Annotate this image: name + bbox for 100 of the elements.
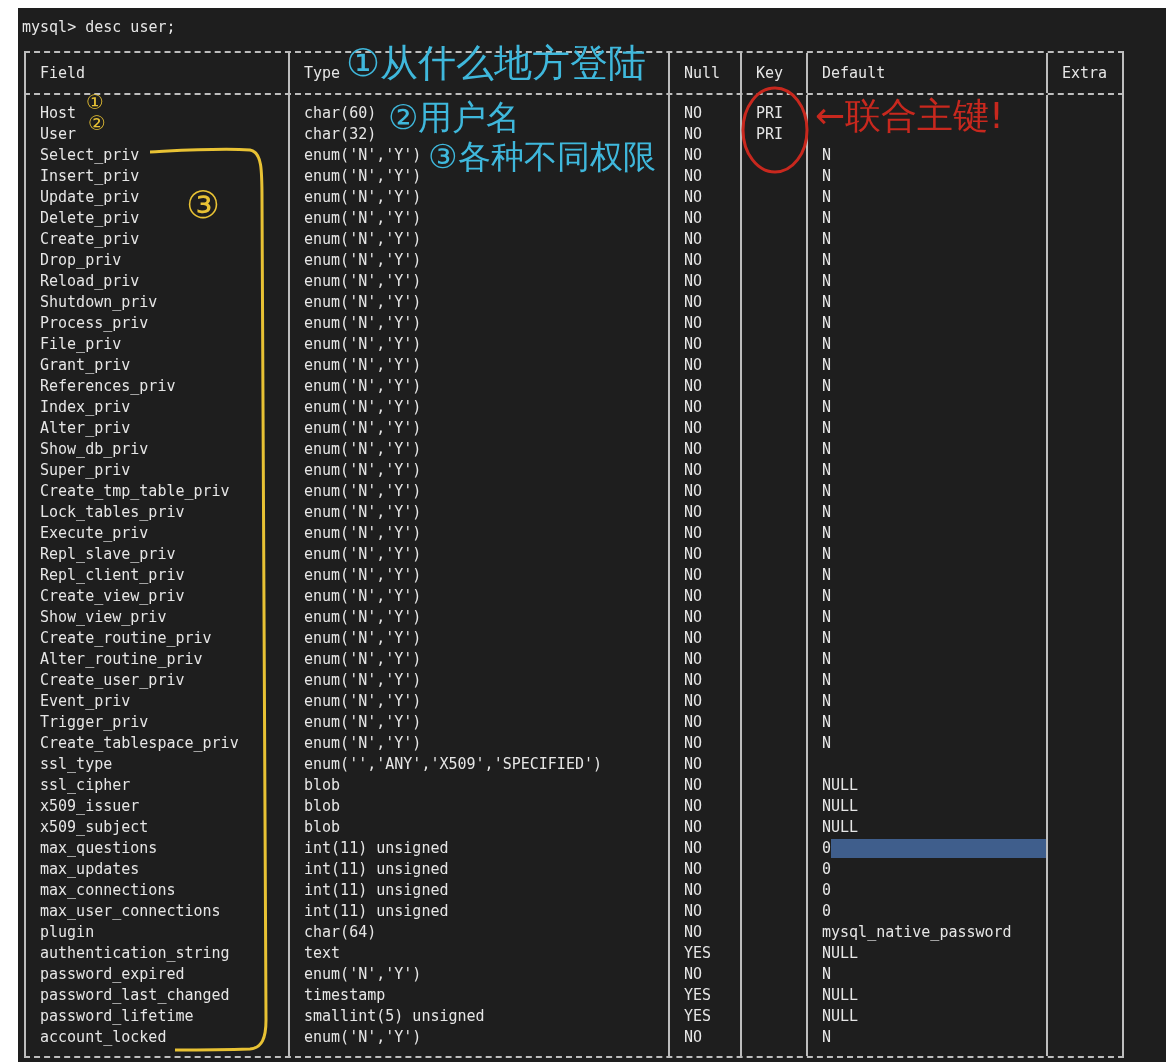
default-cell: N — [822, 460, 832, 481]
type-cell: enum('N','Y') — [304, 292, 422, 313]
null-cell: NO — [684, 922, 703, 943]
field-cell: Update_priv — [40, 187, 140, 208]
field-cell: Create_tmp_table_priv — [40, 481, 230, 502]
column-header: Extra — [1062, 62, 1108, 84]
column-header: Field — [40, 62, 86, 84]
type-cell: int(11) unsigned — [304, 859, 449, 880]
null-cell: NO — [684, 355, 703, 376]
default-cell: N — [822, 271, 832, 292]
field-cell: Repl_client_priv — [40, 565, 185, 586]
default-cell: N — [822, 439, 832, 460]
default-cell: N — [822, 313, 832, 334]
null-cell: NO — [684, 229, 703, 250]
null-cell: NO — [684, 166, 703, 187]
field-cell: Process_priv — [40, 313, 149, 334]
default-cell: N — [822, 649, 832, 670]
type-cell: enum('N','Y') — [304, 733, 422, 754]
type-cell: enum('N','Y') — [304, 1027, 422, 1048]
type-cell: blob — [304, 796, 341, 817]
handwritten-note: ① — [86, 92, 104, 112]
default-cell: N — [822, 1027, 832, 1048]
field-cell: Shutdown_priv — [40, 292, 158, 313]
column-header: Default — [822, 62, 886, 84]
null-cell: NO — [684, 481, 703, 502]
type-cell: smallint(5) unsigned — [304, 1006, 485, 1027]
default-cell: N — [822, 586, 832, 607]
type-cell: enum('N','Y') — [304, 418, 422, 439]
type-cell: enum('N','Y') — [304, 166, 422, 187]
null-cell: YES — [684, 943, 712, 964]
field-cell: Create_user_priv — [40, 670, 185, 691]
default-cell: NULL — [822, 985, 859, 1006]
default-cell: N — [822, 964, 832, 985]
null-cell: NO — [684, 187, 703, 208]
field-cell: ssl_type — [40, 754, 113, 775]
null-cell: YES — [684, 1006, 712, 1027]
field-cell: Lock_tables_priv — [40, 502, 185, 523]
null-cell: NO — [684, 292, 703, 313]
default-cell: 0 — [822, 880, 832, 901]
field-cell: Select_priv — [40, 145, 140, 166]
column-header: Type — [304, 62, 341, 84]
field-cell: Create_tablespace_priv — [40, 733, 239, 754]
type-cell: enum('N','Y') — [304, 691, 422, 712]
field-cell: Alter_routine_priv — [40, 649, 203, 670]
null-cell: NO — [684, 1027, 703, 1048]
type-cell: enum('N','Y') — [304, 145, 422, 166]
default-cell: 0 — [822, 859, 832, 880]
type-cell: blob — [304, 817, 341, 838]
field-cell: Delete_priv — [40, 208, 140, 229]
type-cell: int(11) unsigned — [304, 838, 449, 859]
null-cell: NO — [684, 145, 703, 166]
field-cell: x509_issuer — [40, 796, 140, 817]
field-cell: Repl_slave_priv — [40, 544, 176, 565]
null-cell: NO — [684, 607, 703, 628]
field-cell: Trigger_priv — [40, 712, 149, 733]
null-cell: NO — [684, 523, 703, 544]
field-cell: max_updates — [40, 859, 140, 880]
null-cell: NO — [684, 859, 703, 880]
default-cell: N — [822, 145, 832, 166]
null-cell: NO — [684, 544, 703, 565]
default-cell: NULL — [822, 817, 859, 838]
handwritten-note: ←联合主键! — [815, 98, 1004, 134]
field-cell: Drop_priv — [40, 250, 122, 271]
field-cell: Show_db_priv — [40, 439, 149, 460]
field-cell: Execute_priv — [40, 523, 149, 544]
default-cell: N — [822, 544, 832, 565]
default-cell: 0 — [822, 838, 832, 859]
null-cell: NO — [684, 439, 703, 460]
null-cell: NO — [684, 250, 703, 271]
default-cell: N — [822, 628, 832, 649]
field-cell: File_priv — [40, 334, 122, 355]
null-cell: NO — [684, 964, 703, 985]
type-cell: enum('N','Y') — [304, 481, 422, 502]
default-cell: N — [822, 397, 832, 418]
field-cell: Reload_priv — [40, 271, 140, 292]
default-cell: mysql_native_password — [822, 922, 1012, 943]
default-cell: N — [822, 334, 832, 355]
field-cell: Host — [40, 103, 77, 124]
type-cell: char(32) — [304, 124, 377, 145]
type-cell: enum('','ANY','X509','SPECIFIED') — [304, 754, 602, 775]
null-cell: NO — [684, 271, 703, 292]
handwritten-note: ③ — [186, 186, 221, 224]
field-cell: account_locked — [40, 1027, 167, 1048]
null-cell: NO — [684, 691, 703, 712]
default-cell: N — [822, 229, 832, 250]
type-cell: enum('N','Y') — [304, 964, 422, 985]
handwritten-note: ② — [88, 113, 106, 133]
default-cell: NULL — [822, 943, 859, 964]
key-cell: PRI — [756, 103, 784, 124]
field-cell: x509_subject — [40, 817, 149, 838]
null-cell: NO — [684, 103, 703, 124]
default-cell: NULL — [822, 1006, 859, 1027]
type-cell: enum('N','Y') — [304, 397, 422, 418]
null-cell: NO — [684, 754, 703, 775]
field-cell: password_lifetime — [40, 1006, 194, 1027]
default-cell: N — [822, 523, 832, 544]
null-cell: NO — [684, 775, 703, 796]
type-cell: enum('N','Y') — [304, 439, 422, 460]
field-cell: Index_priv — [40, 397, 131, 418]
default-cell: N — [822, 418, 832, 439]
